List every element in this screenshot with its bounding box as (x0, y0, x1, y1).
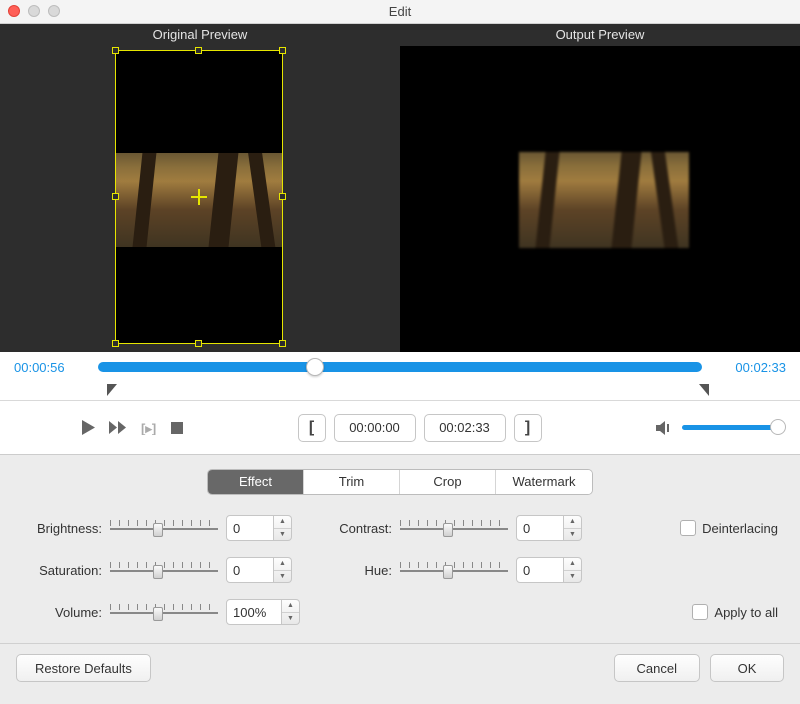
deinterlacing-checkbox[interactable] (680, 520, 696, 536)
volume-label: Volume: (22, 605, 110, 620)
ok-button[interactable]: OK (710, 654, 784, 682)
trim-time-group: [ ] (298, 414, 542, 442)
chevron-down-icon[interactable]: ▼ (282, 613, 299, 625)
output-preview (401, 46, 800, 352)
brightness-label: Brightness: (22, 521, 110, 536)
speaker-icon[interactable] (656, 420, 674, 436)
timeline-playhead[interactable] (306, 358, 324, 376)
crop-handle-tr[interactable] (279, 47, 286, 54)
saturation-slider[interactable] (110, 557, 218, 583)
brightness-field[interactable] (226, 515, 274, 541)
effect-tabs: Effect Trim Crop Watermark (207, 469, 593, 495)
brightness-stepper[interactable]: ▲▼ (274, 515, 292, 541)
timeline-end: 00:02:33 (712, 360, 786, 375)
saturation-stepper[interactable]: ▲▼ (274, 557, 292, 583)
trim-marker-row (0, 382, 800, 400)
crop-handle-bl[interactable] (112, 340, 119, 347)
chevron-up-icon[interactable]: ▲ (564, 558, 581, 571)
footer: Restore Defaults Cancel OK (0, 644, 800, 692)
titlebar: Edit (0, 0, 800, 24)
hue-label: Hue: (324, 563, 400, 578)
original-thumbnail (116, 153, 282, 247)
crop-handle-mr[interactable] (279, 193, 286, 200)
tab-trim[interactable]: Trim (304, 470, 400, 494)
volume-param-slider[interactable] (110, 599, 218, 625)
volume-control (656, 420, 778, 436)
apply-all-label: Apply to all (714, 605, 778, 620)
chevron-down-icon[interactable]: ▼ (274, 571, 291, 583)
original-preview-label: Original Preview (0, 24, 400, 46)
timeline: 00:00:56 00:02:33 (0, 352, 800, 382)
hue-field[interactable] (516, 557, 564, 583)
crop-box[interactable] (115, 50, 283, 344)
restore-defaults-button[interactable]: Restore Defaults (16, 654, 151, 682)
saturation-label: Saturation: (22, 563, 110, 578)
crop-handle-bc[interactable] (195, 340, 202, 347)
timeline-start: 00:00:56 (14, 360, 88, 375)
next-frame-icon[interactable]: [▸] (141, 421, 157, 435)
playback-controls: [▸] [ ] (0, 401, 800, 455)
trim-out-field[interactable] (424, 414, 506, 442)
crop-handle-tc[interactable] (195, 47, 202, 54)
saturation-field[interactable] (226, 557, 274, 583)
deinterlacing-label: Deinterlacing (702, 521, 778, 536)
output-thumbnail (519, 152, 689, 248)
contrast-label: Contrast: (324, 521, 400, 536)
chevron-down-icon[interactable]: ▼ (564, 529, 581, 541)
maximize-icon[interactable] (48, 5, 60, 17)
hue-slider[interactable] (400, 557, 508, 583)
play-icon[interactable] (82, 420, 95, 435)
timeline-track[interactable] (98, 362, 702, 372)
crop-handle-ml[interactable] (112, 193, 119, 200)
contrast-stepper[interactable]: ▲▼ (564, 515, 582, 541)
trim-in-field[interactable] (334, 414, 416, 442)
chevron-up-icon[interactable]: ▲ (282, 600, 299, 613)
minimize-icon[interactable] (28, 5, 40, 17)
volume-thumb[interactable] (770, 419, 786, 435)
chevron-up-icon[interactable]: ▲ (274, 516, 291, 529)
tab-crop[interactable]: Crop (400, 470, 496, 494)
chevron-up-icon[interactable]: ▲ (274, 558, 291, 571)
preview-area (0, 46, 800, 352)
volume-field[interactable] (226, 599, 282, 625)
volume-stepper[interactable]: ▲▼ (282, 599, 300, 625)
set-in-button[interactable]: [ (298, 414, 326, 442)
chevron-down-icon[interactable]: ▼ (564, 571, 581, 583)
chevron-down-icon[interactable]: ▼ (274, 529, 291, 541)
volume-slider[interactable] (682, 425, 778, 430)
trim-marker-out-icon[interactable] (699, 384, 709, 396)
preview-header: Original Preview Output Preview (0, 24, 800, 46)
contrast-field[interactable] (516, 515, 564, 541)
parameters: Brightness: ▲▼ Contrast: ▲▼ Deinterlacin… (0, 503, 800, 643)
contrast-slider[interactable] (400, 515, 508, 541)
trim-marker-in-icon[interactable] (107, 384, 117, 396)
set-out-button[interactable]: ] (514, 414, 542, 442)
brightness-slider[interactable] (110, 515, 218, 541)
fast-forward-icon[interactable] (109, 421, 127, 434)
chevron-up-icon[interactable]: ▲ (564, 516, 581, 529)
crop-handle-tl[interactable] (112, 47, 119, 54)
output-preview-label: Output Preview (400, 24, 800, 46)
tabs-area: Effect Trim Crop Watermark (0, 455, 800, 503)
tab-effect[interactable]: Effect (208, 470, 304, 494)
tab-watermark[interactable]: Watermark (496, 470, 592, 494)
window-title: Edit (389, 4, 411, 19)
hue-stepper[interactable]: ▲▼ (564, 557, 582, 583)
cancel-button[interactable]: Cancel (614, 654, 700, 682)
apply-all-checkbox[interactable] (692, 604, 708, 620)
crop-handle-br[interactable] (279, 340, 286, 347)
svg-text:[▸]: [▸] (141, 421, 156, 435)
window-controls (8, 5, 60, 17)
close-icon[interactable] (8, 5, 20, 17)
original-preview[interactable] (0, 46, 401, 352)
stop-icon[interactable] (171, 422, 183, 434)
